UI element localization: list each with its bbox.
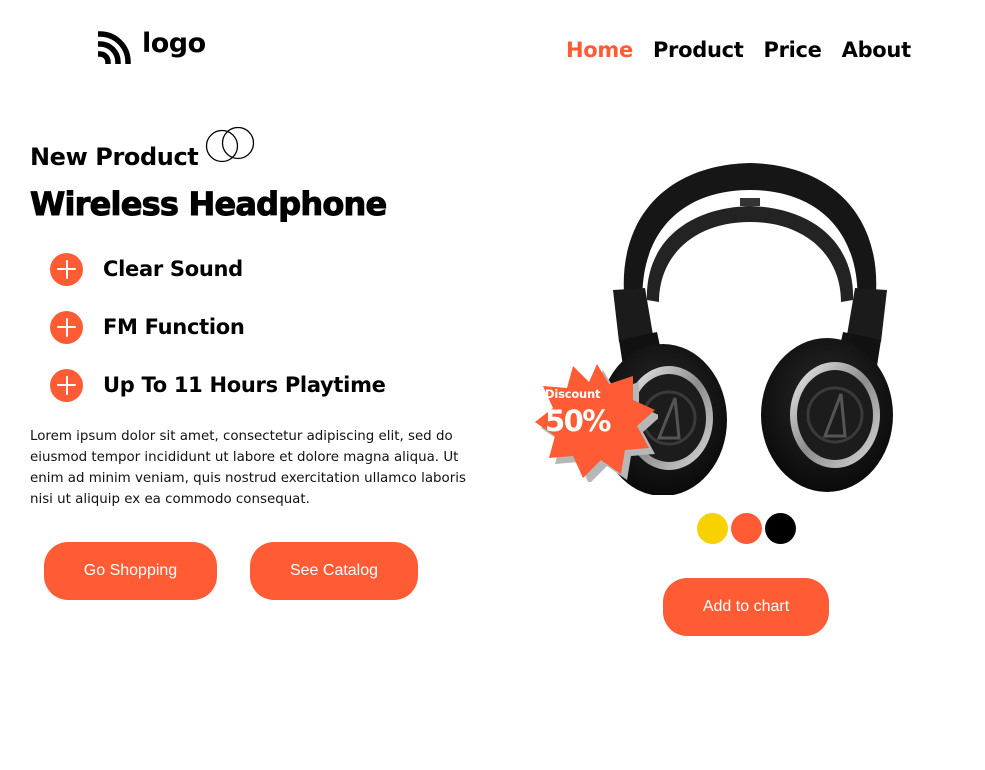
go-shopping-button[interactable]: Go Shopping — [44, 542, 217, 600]
plus-circle-icon — [50, 310, 83, 344]
feature-list: Clear Sound FM Function Up To 11 Hours P… — [50, 252, 386, 426]
color-options — [697, 513, 796, 544]
hero-title: Wireless Headphone — [29, 185, 387, 224]
discount-value: 50% — [545, 404, 611, 438]
discount-label: Discount — [545, 387, 601, 401]
feature-item: Up To 11 Hours Playtime — [50, 368, 386, 402]
logo[interactable]: logo — [98, 28, 206, 64]
nav-product[interactable]: Product — [653, 36, 744, 64]
feature-label: FM Function — [103, 315, 245, 339]
add-to-cart-button[interactable]: Add to chart — [663, 578, 829, 636]
feature-label: Clear Sound — [103, 257, 243, 281]
main-nav: Home Product Price About — [566, 36, 911, 64]
color-swatch-black[interactable] — [765, 513, 796, 544]
feature-item: Clear Sound — [50, 252, 386, 286]
nav-price[interactable]: Price — [763, 36, 821, 64]
color-swatch-yellow[interactable] — [697, 513, 728, 544]
plus-circle-icon — [50, 368, 83, 402]
plus-circle-icon — [50, 252, 83, 286]
hero-kicker: New Product — [30, 143, 199, 171]
hero-description: Lorem ipsum dolor sit amet, consectetur … — [30, 429, 466, 507]
logo-text: logo — [142, 27, 206, 59]
see-catalog-button[interactable]: See Catalog — [250, 542, 418, 600]
color-swatch-orange[interactable] — [731, 513, 762, 544]
feature-item: FM Function — [50, 310, 386, 344]
nav-home[interactable]: Home — [566, 36, 633, 64]
signal-arcs-icon — [98, 28, 134, 64]
nav-about[interactable]: About — [842, 36, 912, 64]
double-rings-icon — [205, 126, 257, 168]
feature-label: Up To 11 Hours Playtime — [103, 373, 386, 397]
